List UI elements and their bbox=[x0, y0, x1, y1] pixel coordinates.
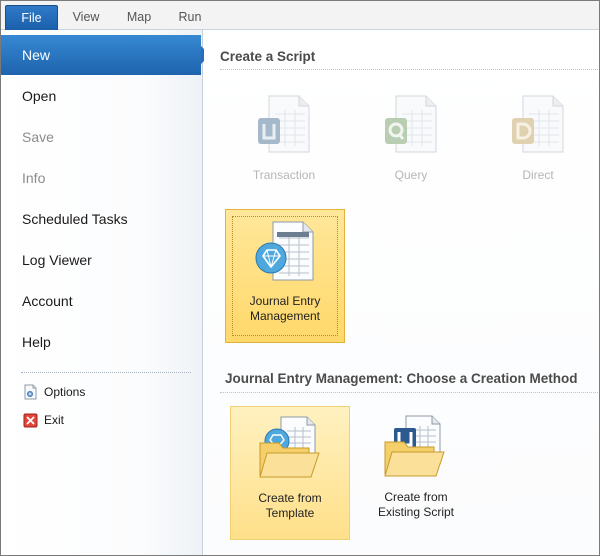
nav-item-log-viewer[interactable]: Log Viewer bbox=[1, 240, 201, 280]
existing-script-folder-icon bbox=[384, 415, 445, 477]
tab-run[interactable]: Run bbox=[176, 5, 204, 30]
section-divider bbox=[220, 69, 598, 70]
nav-item-label: Scheduled Tasks bbox=[22, 211, 128, 227]
nav-item-info[interactable]: Info bbox=[1, 158, 201, 198]
create-script-heading: Create a Script bbox=[220, 49, 316, 64]
nav-item-save[interactable]: Save bbox=[1, 117, 201, 157]
tab-map[interactable]: Map bbox=[123, 5, 155, 30]
query-tile[interactable]: Query bbox=[359, 88, 463, 184]
nav-divider bbox=[21, 372, 191, 373]
create-from-existing-label-line1: Create from bbox=[384, 490, 448, 504]
direct-tile[interactable]: Direct bbox=[486, 88, 590, 184]
backstage-nav: New Open Save Info Scheduled Tasks Log V… bbox=[1, 30, 210, 555]
journal-entry-management-tile[interactable]: Journal Entry Management bbox=[225, 209, 345, 343]
nav-item-label: Help bbox=[22, 334, 51, 350]
section-divider bbox=[220, 392, 598, 393]
query-label: Query bbox=[394, 168, 428, 182]
creation-method-heading: Journal Entry Management: Choose a Creat… bbox=[225, 371, 578, 386]
tab-file[interactable]: File bbox=[5, 5, 58, 30]
nav-item-label: Info bbox=[22, 170, 46, 186]
exit-icon bbox=[23, 413, 38, 428]
direct-document-icon bbox=[512, 95, 564, 153]
nav-item-open[interactable]: Open bbox=[1, 76, 201, 116]
transaction-tile[interactable]: Transaction bbox=[232, 88, 336, 184]
nav-item-label: Account bbox=[22, 293, 73, 309]
create-from-template-label-line2: Template bbox=[265, 506, 315, 520]
create-from-template-label-line1: Create from bbox=[258, 491, 322, 505]
direct-label: Direct bbox=[522, 168, 554, 182]
transaction-document-icon bbox=[258, 95, 310, 153]
nav-item-label: New bbox=[22, 47, 51, 63]
nav-item-account[interactable]: Account bbox=[1, 281, 201, 321]
backstage-content: Create a Script Transaction Query Direct… bbox=[204, 30, 599, 555]
nav-item-help[interactable]: Help bbox=[1, 322, 201, 362]
nav-item-scheduled-tasks[interactable]: Scheduled Tasks bbox=[1, 199, 201, 239]
options-label: Options bbox=[44, 385, 86, 399]
create-from-existing-script-tile[interactable]: Create from Existing Script bbox=[356, 406, 476, 540]
template-folder-icon bbox=[259, 416, 320, 478]
journal-entry-document-icon bbox=[255, 221, 314, 281]
backstage-window: File View Map Run New Open Save Info Sch… bbox=[0, 0, 600, 556]
create-from-existing-label-line2: Existing Script bbox=[377, 505, 455, 519]
tab-view[interactable]: View bbox=[69, 5, 103, 30]
nav-item-label: Log Viewer bbox=[22, 252, 92, 268]
nav-item-label: Save bbox=[22, 129, 54, 145]
transaction-label: Transaction bbox=[252, 168, 316, 182]
nav-item-new[interactable]: New bbox=[1, 35, 210, 75]
create-from-template-tile[interactable]: Create from Template bbox=[230, 406, 350, 540]
exit-label: Exit bbox=[44, 413, 65, 427]
journal-entry-label-line2: Management bbox=[249, 309, 321, 323]
options-page-icon bbox=[24, 384, 37, 400]
ribbon-tab-bar: File View Map Run bbox=[1, 1, 599, 30]
journal-entry-label-line1: Journal Entry bbox=[249, 294, 321, 308]
nav-item-label: Open bbox=[22, 88, 57, 104]
query-document-icon bbox=[385, 95, 437, 153]
